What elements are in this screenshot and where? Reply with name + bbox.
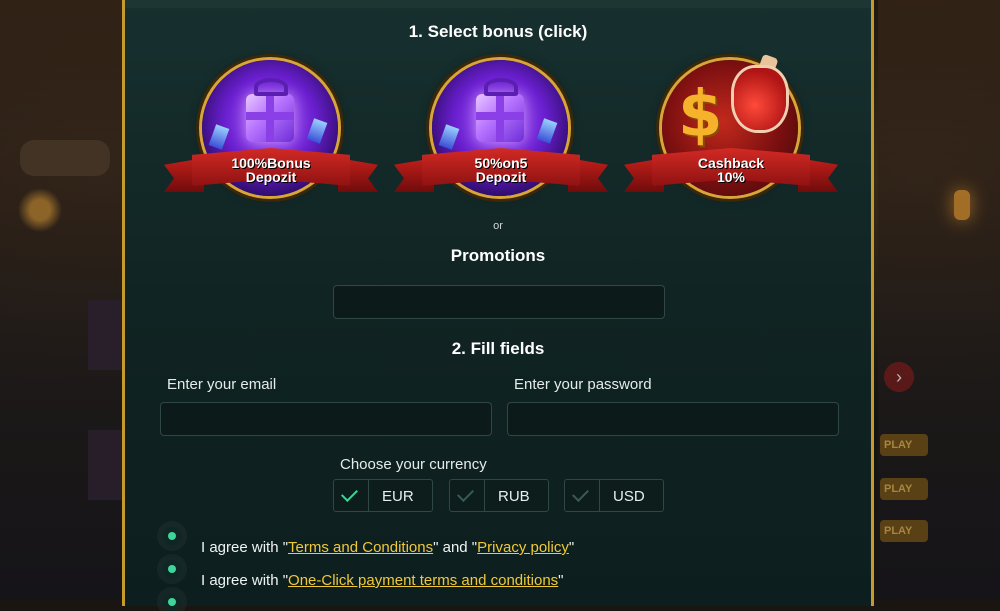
agreement-terms-text: I agree with "Terms and Conditions" and … [201,539,574,556]
email-field[interactable] [160,402,492,436]
crystal-icon [438,124,460,150]
step1-title: 1. Select bonus (click) [408,22,588,41]
currency-checkbox [334,480,369,511]
agreement-third-toggle[interactable] [163,593,181,611]
checkmark-icon [457,485,474,502]
registration-modal: 1. Select bonus (click) 100%Bonus Depozi… [122,0,874,611]
background-right-decor: › PLAY PLAY PLAY [878,0,1000,600]
bonus-label: 50%on5 Depozit [422,156,580,184]
background-play-button: PLAY [880,520,928,542]
bonus-label-line2: Depozit [475,169,527,185]
agreement-terms-toggle[interactable] [163,527,181,545]
background-game-tile [88,300,122,370]
currency-option-eur[interactable]: EUR [333,479,433,512]
agreement-text-part: I agree with " [201,539,289,556]
checkmark-icon [341,485,358,502]
bonus-ribbon: 100%Bonus Depozit [164,148,378,196]
password-field[interactable] [507,402,839,436]
agreement-oneclick-text: I agree with "One-Click payment terms an… [201,572,564,589]
potion-icon [734,68,786,130]
privacy-policy-link[interactable]: Privacy policy [477,539,569,556]
gift-bow-icon [254,78,288,96]
checkmark-icon [572,485,589,502]
bonus-label: 100%Bonus Depozit [192,156,350,184]
dollar-icon: $ [678,78,723,152]
currency-checkbox [450,480,485,511]
background-left-decor [0,0,122,600]
bonus-label-line1: 50%on5 [474,155,528,171]
background-scroll [20,140,110,176]
bonus-card-cashback[interactable]: $ Cashback 10% [624,53,838,200]
currency-code: RUB [498,488,530,505]
gift-bow-icon [484,78,518,96]
terms-and-conditions-link[interactable]: Terms and Conditions [288,539,433,556]
bonus-card-100-percent[interactable]: 100%Bonus Depozit [164,60,378,200]
crystal-icon [306,118,328,144]
bonus-ribbon: Cashback 10% [624,148,838,196]
currency-label: Choose your currency [340,456,487,473]
currency-code: USD [613,488,645,505]
currency-option-rub[interactable]: RUB [449,479,549,512]
agreement-text-part: I agree with " [201,572,289,589]
gift-icon [246,94,294,142]
bonus-ribbon: 50%on5 Depozit [394,148,608,196]
bonus-card-50-percent[interactable]: 50%on5 Depozit [394,60,608,200]
currency-option-usd[interactable]: USD [564,479,664,512]
background-play-button: PLAY [880,434,928,456]
email-label: Enter your email [167,376,277,393]
currency-code: EUR [382,488,414,505]
bonus-label-line2: 10% [716,169,746,185]
password-label: Enter your password [514,376,652,393]
bonus-label-line1: Cashback [697,155,765,171]
crystal-icon [536,118,558,144]
background-play-button: PLAY [880,478,928,500]
agreement-text-part: " [568,539,575,556]
agreement-text-part: " [558,572,564,589]
gift-icon [476,94,524,142]
background-game-tile [88,430,122,500]
promotions-input[interactable] [333,285,665,319]
lamp-icon [954,190,970,220]
promotions-title: Promotions [450,246,546,265]
agreement-text-part: " and " [433,539,478,556]
bonus-label: Cashback 10% [652,156,810,184]
currency-checkbox [565,480,600,511]
crystal-icon [208,124,230,150]
or-separator: or [493,220,503,232]
bonus-label-line1: 100%Bonus [231,155,311,171]
step2-title: 2. Fill fields [451,339,545,358]
modal-top-bar [125,0,871,8]
one-click-terms-link[interactable]: One-Click payment terms and conditions [288,572,558,589]
agreement-oneclick-toggle[interactable] [163,560,181,578]
bonus-label-line2: Depozit [245,169,297,185]
next-arrow-icon: › [884,362,914,392]
